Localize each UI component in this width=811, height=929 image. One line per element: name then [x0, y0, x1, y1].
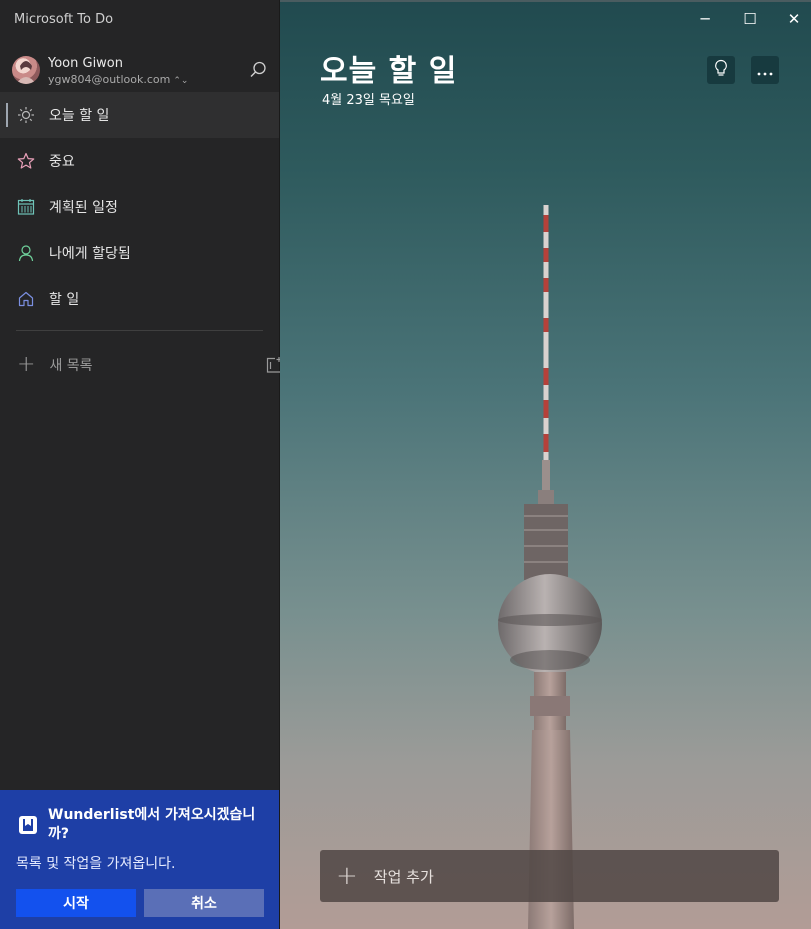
import-description: 목록 및 작업을 가져옵니다.: [16, 856, 176, 872]
nav-item-label: 나에게 할당됨: [49, 246, 131, 262]
nav-item-label: 중요: [49, 154, 75, 170]
wunderlist-icon: [18, 815, 38, 835]
person-icon: [17, 244, 35, 262]
nav-item-label: 할 일: [49, 292, 80, 308]
sun-icon: [17, 106, 35, 124]
more-options-button[interactable]: [751, 56, 779, 84]
star-icon: [17, 152, 35, 170]
profile-switcher[interactable]: Yoon Giwon ygw804@outlook.com ⌃⌄: [12, 56, 270, 88]
nav-item-label: 오늘 할 일: [49, 108, 110, 124]
app-title: Microsoft To Do: [14, 12, 114, 27]
maximize-button[interactable]: ☐: [740, 10, 760, 28]
top-edge: [280, 0, 811, 2]
nav-item-tasks[interactable]: 할 일: [0, 276, 279, 322]
profile-email-row: ygw804@outlook.com ⌃⌄: [48, 73, 188, 86]
lightbulb-icon: [713, 59, 729, 81]
minimize-button[interactable]: ─: [695, 10, 715, 28]
nav-item-planned[interactable]: 계획된 일정: [0, 184, 279, 230]
calendar-icon: [17, 198, 35, 216]
add-task-input[interactable]: + 작업 추가: [320, 850, 779, 902]
main-panel: ─ ☐ ✕ 오늘 할 일 4월 23일 목요일 + 작업 추가: [280, 0, 811, 929]
nav-list: 오늘 할 일 중요 계획된 일정 나에게 할당됨 할 일: [0, 92, 279, 322]
import-title: Wunderlist에서 가져오시겠습니까?: [48, 807, 256, 842]
cancel-button[interactable]: 취소: [144, 889, 264, 917]
nav-item-today[interactable]: 오늘 할 일: [0, 92, 279, 138]
sidebar: Microsoft To Do Yoon Giwon ygw804@outloo…: [0, 0, 282, 929]
page-date: 4월 23일 목요일: [322, 93, 415, 108]
nav-item-important[interactable]: 중요: [0, 138, 279, 184]
nav-item-assigned[interactable]: 나에게 할당됨: [0, 230, 279, 276]
divider: [16, 330, 263, 331]
nav-item-label: 계획된 일정: [49, 200, 118, 216]
profile-name: Yoon Giwon: [48, 56, 124, 71]
search-icon[interactable]: [248, 60, 268, 80]
start-button[interactable]: 시작: [16, 889, 136, 917]
profile-email: ygw804@outlook.com: [48, 73, 171, 86]
plus-icon: +: [17, 352, 36, 377]
close-button[interactable]: ✕: [784, 10, 804, 28]
background-image: [498, 205, 602, 929]
plus-icon: +: [336, 861, 358, 891]
new-list-button[interactable]: + 새 목록: [0, 346, 296, 384]
chevron-updown-icon: ⌃⌄: [173, 76, 189, 86]
avatar: [12, 56, 40, 84]
add-task-label: 작업 추가: [373, 867, 434, 886]
more-icon: [757, 61, 773, 80]
home-icon: [17, 290, 35, 308]
suggestions-button[interactable]: [707, 56, 735, 84]
new-list-label: 새 목록: [49, 358, 93, 374]
page-title: 오늘 할 일: [320, 54, 458, 89]
